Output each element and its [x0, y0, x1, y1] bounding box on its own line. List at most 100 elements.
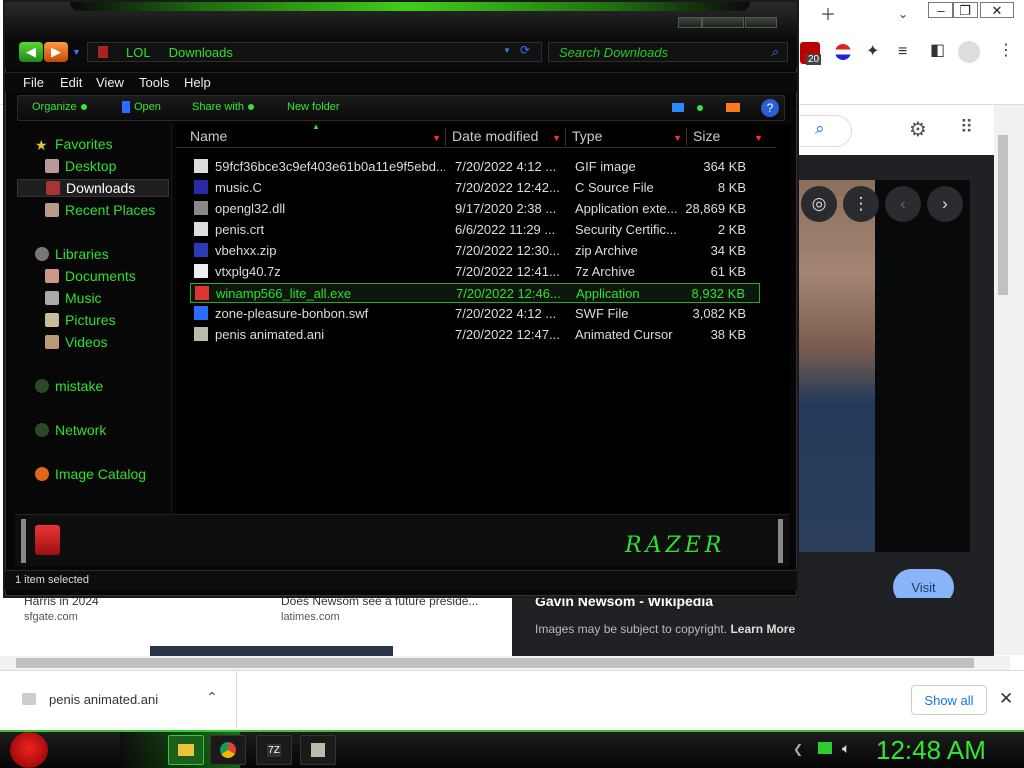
column-date-modified[interactable]: Date modified ▼ — [446, 128, 566, 146]
search-icon[interactable]: ⌕ — [815, 119, 825, 139]
address-dropdown-icon[interactable]: ▼ — [503, 46, 511, 55]
search-input[interactable]: Search Downloads ⌕ — [548, 42, 788, 62]
file-row[interactable]: vtxplg40.7z 7/20/2022 12:41... 7z Archive 6… — [190, 262, 760, 282]
column-size[interactable]: Size ▼ — [687, 128, 767, 146]
network-icon — [35, 423, 49, 437]
close-button[interactable]: ✕ — [980, 2, 1014, 18]
pane-edge — [21, 519, 26, 563]
search-icon[interactable]: ⌕ — [771, 44, 778, 60]
menu-edit[interactable]: Edit — [60, 75, 82, 90]
nav-mistake[interactable]: mistake — [35, 377, 103, 395]
restore-button[interactable]: ❐ — [952, 2, 978, 18]
new-folder-button[interactable]: New folder — [287, 101, 340, 113]
file-row[interactable]: winamp566_lite_all.exe 7/20/2022 12:46...… — [190, 283, 760, 303]
app-taskbar-icon[interactable] — [300, 735, 336, 765]
network-tray-icon[interactable] — [818, 742, 832, 754]
menu-tools[interactable]: Tools — [139, 75, 169, 90]
media-control-icon[interactable]: ≡ — [898, 44, 907, 60]
file-date: 7/20/2022 4:12 ... — [455, 159, 557, 174]
file-row[interactable]: zone-pleasure-bonbon.swf 7/20/2022 4:12 .… — [190, 304, 760, 324]
file-row[interactable]: 59fcf36bce3c9ef403e61b0a11e9f5ebd... 7/20… — [190, 157, 760, 177]
profile-icon[interactable] — [958, 41, 980, 63]
clock[interactable]: 12:48 AM — [876, 735, 986, 766]
show-all-button[interactable]: Show all — [911, 685, 987, 715]
menu-icon[interactable]: ⋮ — [998, 43, 1014, 59]
horizontal-scrollbar[interactable] — [0, 656, 1010, 670]
column-dropdown-icon[interactable]: ▼ — [552, 133, 561, 143]
history-dropdown-icon[interactable]: ▼ — [72, 47, 81, 57]
menu-view[interactable]: View — [96, 75, 124, 90]
chevron-up-icon[interactable]: ⌃ — [206, 689, 218, 706]
explorer-window: ◀ ▶ ▼ LOL Downloads ▼ ⟳ Search Downloads… — [3, 0, 799, 598]
organize-button[interactable]: Organize — [32, 101, 87, 113]
minimize-button[interactable]: – — [928, 2, 954, 18]
explorer-taskbar-icon[interactable] — [168, 735, 204, 765]
nav-pictures[interactable]: Pictures — [45, 311, 116, 329]
nav-network[interactable]: Network — [35, 421, 106, 439]
nav-videos[interactable]: Videos — [45, 333, 108, 351]
start-button[interactable] — [10, 732, 48, 768]
next-icon[interactable]: › — [927, 186, 963, 222]
menu-help[interactable]: Help — [184, 75, 211, 90]
learn-more-link[interactable]: Learn More — [730, 622, 795, 636]
new-folder-label: New folder — [287, 101, 340, 113]
download-item[interactable]: penis animated.ani ⌃ — [0, 671, 237, 729]
column-type[interactable]: Type ▼ — [566, 128, 687, 146]
column-dropdown-icon[interactable]: ▼ — [754, 133, 763, 143]
plus-icon[interactable]: ＋ — [820, 8, 836, 24]
share-with-button[interactable]: Share with — [192, 101, 254, 113]
flag-extension-icon[interactable] — [835, 44, 851, 60]
chevron-down-icon[interactable]: ⌄ — [898, 8, 908, 20]
previous-icon[interactable]: ‹ — [885, 186, 921, 222]
file-icon — [194, 327, 208, 341]
result-thumbnail[interactable] — [150, 646, 393, 656]
address-bar[interactable]: LOL Downloads ▼ ⟳ — [87, 42, 542, 62]
menu-file[interactable]: File — [23, 75, 44, 90]
breadcrumb-lol[interactable]: LOL — [126, 45, 151, 60]
view-icon[interactable] — [672, 103, 684, 112]
breadcrumb-downloads[interactable]: Downloads — [169, 45, 233, 60]
7zip-taskbar-icon[interactable]: 7Z — [256, 735, 292, 765]
view-dropdown-icon[interactable] — [697, 105, 703, 111]
preview-pane-icon[interactable] — [726, 103, 740, 112]
forward-icon[interactable]: ▶ — [44, 42, 68, 62]
column-name[interactable]: Name ▼ — [184, 128, 446, 146]
file-row[interactable]: penis.crt 6/6/2022 11:29 ... Security Cert… — [190, 220, 760, 240]
file-row[interactable]: vbehxx.zip 7/20/2022 12:30... zip Archive 3… — [190, 241, 760, 261]
more-icon[interactable]: ⋮ — [843, 186, 879, 222]
close-icon[interactable]: ✕ — [999, 689, 1013, 709]
nav-desktop[interactable]: Desktop — [45, 157, 116, 175]
column-dropdown-icon[interactable]: ▼ — [432, 133, 441, 143]
gear-icon[interactable]: ⚙ — [909, 117, 927, 142]
title-bar[interactable] — [5, 2, 797, 38]
tray-arrow-icon[interactable]: ❮ — [793, 742, 803, 756]
close-button[interactable] — [745, 17, 777, 28]
h-scroll-thumb[interactable] — [16, 658, 974, 668]
maximize-button[interactable] — [702, 17, 744, 28]
nav-favorites[interactable]: ★ Favorites — [35, 135, 113, 153]
preview-image-background — [875, 180, 970, 552]
scroll-thumb[interactable] — [998, 135, 1008, 295]
puzzle-icon[interactable]: ✦ — [866, 44, 879, 60]
nav-libraries[interactable]: Libraries — [35, 245, 109, 263]
volume-icon[interactable]: 🔈︎ — [842, 740, 850, 757]
side-panel-icon[interactable]: ◧ — [930, 43, 945, 59]
nav-recent-places[interactable]: Recent Places — [45, 201, 155, 219]
chrome-taskbar-icon[interactable] — [210, 735, 246, 765]
lens-icon[interactable]: ◎ — [801, 186, 837, 222]
column-dropdown-icon[interactable]: ▼ — [673, 133, 682, 143]
nav-documents[interactable]: Documents — [45, 267, 136, 285]
vertical-scrollbar[interactable] — [994, 105, 1024, 655]
back-icon[interactable]: ◀ — [19, 42, 43, 62]
file-row[interactable]: penis animated.ani 7/20/2022 12:47... Anim… — [190, 325, 760, 345]
nav-music[interactable]: Music — [45, 289, 102, 307]
nav-downloads[interactable]: Downloads — [17, 179, 169, 197]
file-row[interactable]: opengl32.dll 9/17/2020 2:38 ... Applicatio… — [190, 199, 760, 219]
refresh-icon[interactable]: ⟳ — [520, 43, 530, 57]
open-button[interactable]: Open — [122, 101, 161, 113]
minimize-button[interactable] — [678, 17, 702, 28]
help-icon[interactable]: ? — [761, 99, 779, 117]
apps-icon[interactable]: ⠿ — [960, 117, 973, 138]
file-row[interactable]: music.C 7/20/2022 12:42... C Source File 8 … — [190, 178, 760, 198]
nav-image-catalog[interactable]: Image Catalog — [35, 465, 146, 483]
